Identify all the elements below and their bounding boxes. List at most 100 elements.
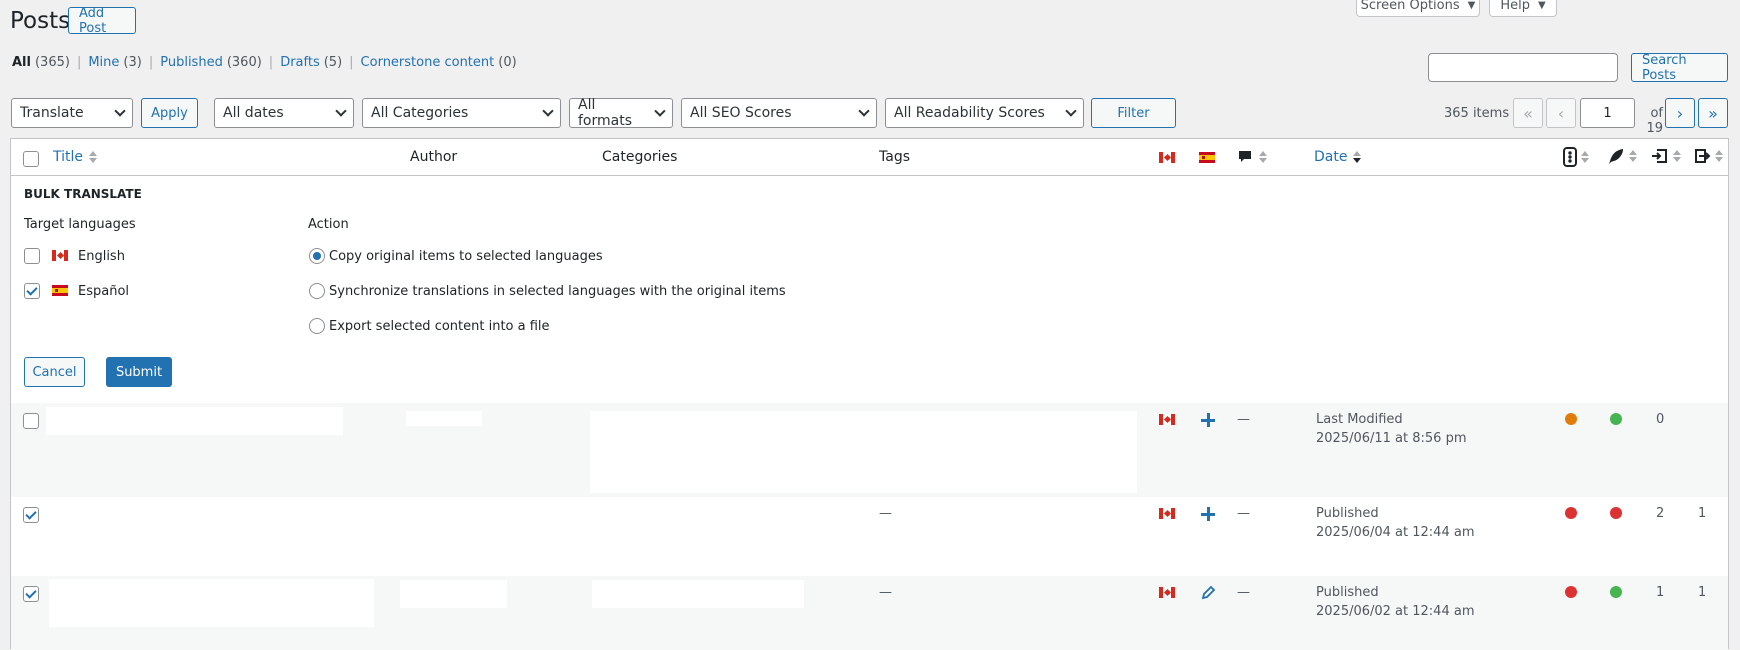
search-input[interactable] bbox=[1428, 53, 1618, 82]
submit-button[interactable]: Submit bbox=[106, 357, 172, 387]
feather-icon bbox=[1609, 149, 1623, 164]
links-in-count: 0 bbox=[1656, 412, 1665, 427]
action-export-radio[interactable] bbox=[309, 318, 325, 334]
last-page-button[interactable]: » bbox=[1698, 98, 1728, 128]
view-mine-link[interactable]: Mine bbox=[88, 55, 119, 70]
view-drafts[interactable]: Drafts (5) bbox=[280, 55, 342, 70]
view-mine[interactable]: Mine (3) bbox=[88, 55, 142, 70]
search-posts-button[interactable]: Search Posts bbox=[1631, 53, 1728, 83]
table-row: — — Published 2025/06/02 at 12:44 am 1 1 bbox=[11, 576, 1728, 650]
column-date[interactable]: Date bbox=[1314, 149, 1362, 165]
readability-filter-select[interactable]: All Readability Scores bbox=[885, 98, 1084, 128]
categories-filter-select[interactable]: All Categories bbox=[362, 98, 561, 128]
view-cornerstone-link[interactable]: Cornerstone content bbox=[361, 55, 495, 70]
chevron-down-icon bbox=[542, 105, 554, 117]
sort-icon bbox=[1629, 150, 1637, 162]
pencil-icon[interactable] bbox=[1201, 585, 1216, 600]
readability-filter-value: All Readability Scores bbox=[894, 105, 1045, 121]
post-date: 2025/06/11 at 8:56 pm bbox=[1316, 431, 1467, 446]
spain-flag-icon bbox=[52, 285, 68, 296]
canada-flag-icon[interactable] bbox=[1159, 414, 1175, 425]
post-author-link[interactable] bbox=[406, 411, 482, 426]
canada-flag-icon bbox=[52, 250, 68, 261]
post-tags: — bbox=[879, 585, 892, 600]
seo-scores-filter-value: All SEO Scores bbox=[690, 105, 792, 121]
column-categories: Categories bbox=[602, 149, 678, 165]
seo-scores-filter-select[interactable]: All SEO Scores bbox=[681, 98, 877, 128]
comment-bubble-icon bbox=[1239, 151, 1251, 162]
column-date-label: Date bbox=[1314, 149, 1348, 165]
formats-filter-select[interactable]: All formats bbox=[569, 97, 673, 129]
column-comments[interactable] bbox=[1237, 149, 1267, 165]
links-in-count: 1 bbox=[1656, 585, 1665, 600]
spain-flag-icon bbox=[1199, 152, 1215, 163]
language-english-checkbox[interactable] bbox=[24, 248, 40, 264]
row-checkbox[interactable] bbox=[23, 586, 39, 602]
caret-down-icon: ▼ bbox=[1467, 0, 1476, 11]
action-copy-radio[interactable] bbox=[309, 248, 325, 264]
view-published[interactable]: Published (360) bbox=[160, 55, 262, 70]
view-drafts-link[interactable]: Drafts bbox=[280, 55, 320, 70]
view-all[interactable]: All (365) bbox=[12, 55, 70, 70]
screen-options-button[interactable]: Screen Options ▼ bbox=[1356, 0, 1480, 17]
bulk-action-select[interactable]: Translate bbox=[11, 98, 133, 128]
view-separator: | bbox=[349, 55, 354, 70]
filter-button[interactable]: Filter bbox=[1091, 98, 1176, 128]
post-title-link[interactable] bbox=[46, 407, 343, 435]
outgoing-link-icon bbox=[1695, 149, 1711, 163]
row-checkbox[interactable] bbox=[23, 507, 39, 523]
action-export-label: Export selected content into a file bbox=[329, 319, 550, 334]
posts-table: Title Author Categories Tags Date BULK T… bbox=[10, 138, 1729, 650]
seo-score-dot bbox=[1565, 413, 1577, 425]
table-header: Title Author Categories Tags Date bbox=[11, 139, 1728, 176]
view-separator: | bbox=[268, 55, 274, 70]
add-translation-icon[interactable] bbox=[1201, 507, 1215, 521]
column-readability[interactable] bbox=[1607, 147, 1637, 165]
view-published-link[interactable]: Published bbox=[160, 55, 223, 70]
links-out-count: 1 bbox=[1698, 585, 1707, 600]
apply-button[interactable]: Apply bbox=[141, 98, 198, 128]
sort-icon bbox=[1581, 151, 1589, 163]
seo-score-dot bbox=[1565, 586, 1577, 598]
page-title: Posts bbox=[10, 8, 71, 34]
column-title[interactable]: Title bbox=[53, 149, 98, 165]
categories-filter-value: All Categories bbox=[371, 105, 469, 121]
view-published-count: (360) bbox=[226, 55, 262, 70]
target-languages-label: Target languages bbox=[24, 217, 136, 232]
column-seo-score[interactable] bbox=[1563, 147, 1589, 167]
bulk-translate-heading: BULK TRANSLATE bbox=[24, 187, 142, 201]
language-spanish-checkbox[interactable] bbox=[24, 283, 40, 299]
current-page-input[interactable]: 1 bbox=[1580, 98, 1635, 128]
chevron-down-icon bbox=[654, 105, 666, 117]
row-checkbox[interactable] bbox=[23, 413, 39, 429]
add-translation-icon[interactable] bbox=[1201, 413, 1215, 427]
cancel-button[interactable]: Cancel bbox=[24, 357, 85, 387]
add-post-button[interactable]: Add Post bbox=[68, 6, 136, 36]
language-spanish-label: Español bbox=[78, 284, 130, 299]
dates-filter-value: All dates bbox=[223, 105, 284, 121]
select-all-checkbox[interactable] bbox=[23, 151, 39, 167]
post-date: 2025/06/04 at 12:44 am bbox=[1316, 525, 1475, 540]
chevron-down-icon bbox=[114, 105, 126, 117]
action-label: Action bbox=[308, 217, 349, 232]
column-internal-links-in[interactable] bbox=[1651, 147, 1681, 165]
action-synchronize-radio[interactable] bbox=[309, 283, 325, 299]
incoming-link-icon bbox=[1652, 149, 1667, 163]
canada-flag-icon[interactable] bbox=[1159, 587, 1175, 598]
first-page-button: « bbox=[1513, 98, 1543, 128]
canada-flag-icon bbox=[1159, 152, 1175, 163]
help-button[interactable]: Help ▼ bbox=[1489, 0, 1557, 17]
post-title-link[interactable] bbox=[49, 579, 374, 627]
view-cornerstone-count: (0) bbox=[498, 55, 517, 70]
column-internal-links-out[interactable] bbox=[1693, 147, 1723, 165]
post-author-link[interactable] bbox=[400, 580, 507, 608]
readability-score-dot bbox=[1610, 507, 1622, 519]
sort-icon bbox=[1715, 150, 1723, 162]
comments-count: — bbox=[1237, 412, 1250, 427]
view-cornerstone[interactable]: Cornerstone content (0) bbox=[361, 55, 517, 70]
canada-flag-icon[interactable] bbox=[1159, 508, 1175, 519]
table-row: — Last Modified 2025/06/11 at 8:56 pm 0 bbox=[11, 403, 1728, 497]
column-title-label: Title bbox=[53, 149, 84, 165]
dates-filter-select[interactable]: All dates bbox=[214, 98, 354, 128]
next-page-button[interactable]: › bbox=[1665, 98, 1695, 128]
